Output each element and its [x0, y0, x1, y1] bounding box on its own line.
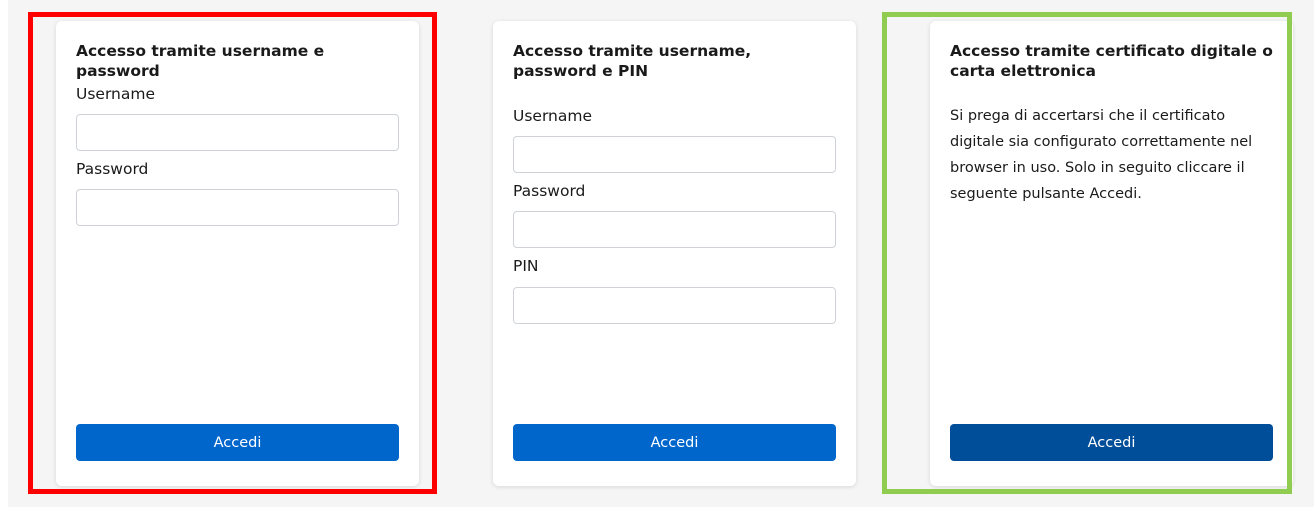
certificate-instructions: Si prega di accertarsi che il certificat…	[950, 108, 1253, 202]
username-label: Username	[76, 85, 156, 103]
login-button[interactable]: Accedi	[76, 424, 399, 461]
login-button[interactable]: Accedi	[513, 424, 836, 461]
login-card-digital-certificate: Accesso tramite certificato digitale o c…	[930, 21, 1293, 486]
login-card-username-password: Accesso tramite username e password User…	[56, 21, 419, 486]
password-input[interactable]	[513, 211, 836, 248]
password-label: Password	[513, 182, 586, 200]
certificate-login-button[interactable]: Accedi	[950, 424, 1273, 461]
pin-input[interactable]	[513, 287, 836, 324]
login-card-username-password-pin: Accesso tramite username, password e PIN…	[493, 21, 856, 486]
password-input[interactable]	[76, 189, 399, 226]
username-input[interactable]	[76, 114, 399, 151]
login-options-area: Accesso tramite username e password User…	[8, 0, 1314, 507]
card-title: Accesso tramite certificato digitale o c…	[950, 42, 1273, 80]
username-input[interactable]	[513, 136, 836, 173]
username-label: Username	[513, 107, 593, 125]
password-label: Password	[76, 160, 149, 178]
pin-label: PIN	[513, 257, 539, 275]
card-title: Accesso tramite username, password e PIN	[513, 42, 752, 80]
card-title: Accesso tramite username e password	[76, 42, 325, 80]
